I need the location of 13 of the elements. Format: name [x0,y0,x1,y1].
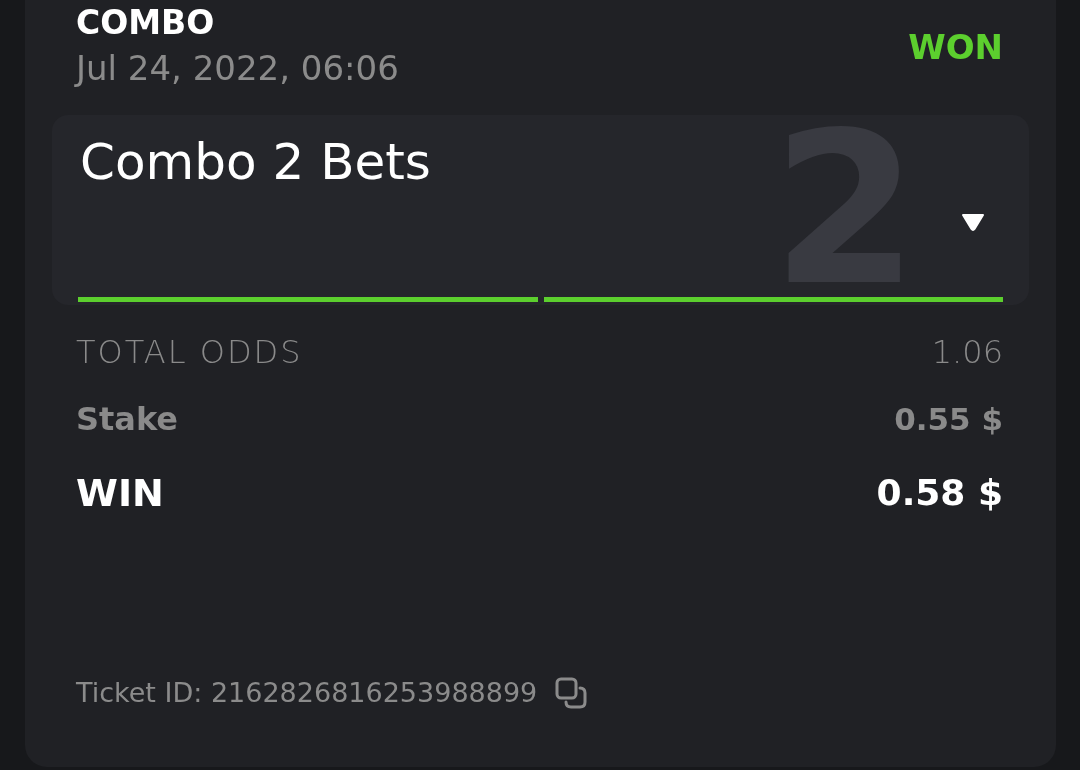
caret-icon[interactable] [961,213,985,231]
summary-label: WIN [76,470,164,516]
summary-value: 0.58 $ [876,471,1003,515]
copy-icon[interactable] [555,677,588,709]
summary-label: Stake [76,399,179,439]
status-label: WON [908,27,1003,69]
ticket-id: Ticket ID: 2162826816253988899 [76,677,538,709]
summary-value: 0.55 $ [894,400,1003,439]
bet-date: Jul 24, 2022, 06:06 [76,48,399,88]
summary-label: TOTAL ODDS [76,332,303,372]
combo-title: Combo 2 Bets [80,134,432,190]
bet-type: COMBO [76,3,216,43]
summary-value: 1.06 [931,332,1003,372]
